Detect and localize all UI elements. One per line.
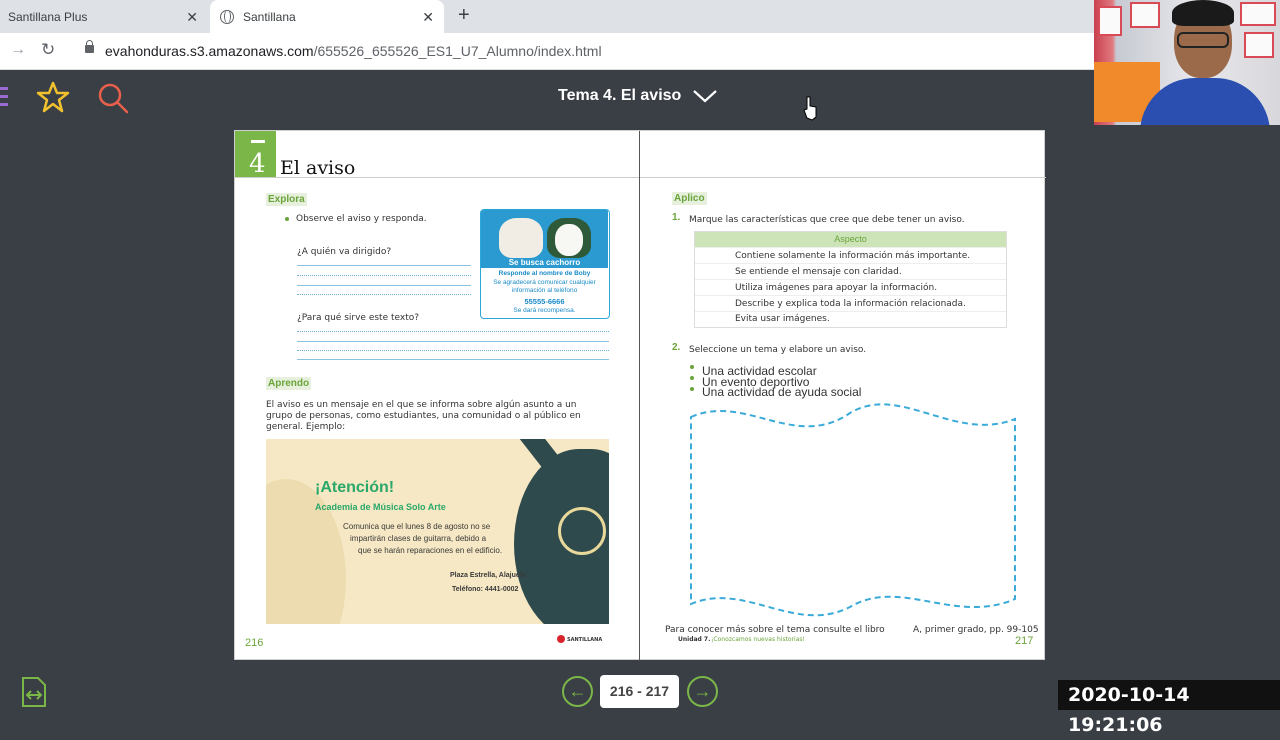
reload-icon[interactable]: ↻ xyxy=(41,40,55,60)
document-icon[interactable] xyxy=(21,676,47,708)
poster-title: ¡Atención! xyxy=(315,479,395,496)
lock-icon xyxy=(85,40,94,53)
lost-dog-ad: Se busca cachorro Responde al nombre de … xyxy=(480,209,610,319)
tab-title: Santillana Plus xyxy=(8,9,88,24)
wall-picture xyxy=(1240,2,1276,26)
back-arrow-icon[interactable]: → xyxy=(10,41,26,59)
poster-body: impartirán clases de guitarra, debido a xyxy=(350,534,487,543)
ad-line: información al teléfono xyxy=(511,287,578,294)
answer-line xyxy=(297,341,609,342)
question-2: ¿Para qué sirve este texto? xyxy=(297,313,420,323)
publisher-name: SANTILLANA xyxy=(567,637,603,643)
timestamp-overlay: 2020-10-14 19:21:06 xyxy=(1058,680,1280,736)
dogs-photo xyxy=(481,210,608,260)
topic-title[interactable]: Tema 4. El aviso xyxy=(558,87,681,105)
page-indicator[interactable]: 216 - 217 xyxy=(600,675,679,708)
poster-body: Comunica que el lunes 8 de agosto no se xyxy=(343,522,491,531)
footnote: Para conocer más sobre el tema consulte … xyxy=(665,625,885,635)
wall-picture xyxy=(1130,2,1160,28)
guitar-illustration xyxy=(266,479,346,624)
page-number: 217 xyxy=(1015,635,1034,647)
url-text[interactable]: evahonduras.s3.amazonaws.com/655526_6555… xyxy=(105,43,602,59)
unit-title: ¡Conozcamos nuevas historias! xyxy=(711,636,805,643)
poster-subtitle: Academia de Música Solo Arte xyxy=(315,502,446,512)
ad-line: Se agradecerá comunicar cualquier xyxy=(493,279,596,286)
dog-image xyxy=(499,218,543,258)
wall-picture xyxy=(1098,6,1122,36)
close-icon[interactable]: ✕ xyxy=(422,9,434,26)
menu-icon[interactable] xyxy=(0,87,8,111)
characteristics-table: Aspecto Contiene solamente la informació… xyxy=(694,231,1007,328)
answer-line xyxy=(297,350,609,351)
star-icon[interactable] xyxy=(36,80,70,114)
lesson-badge: 4 xyxy=(235,131,276,179)
cursor-icon xyxy=(803,96,817,121)
poster-phone: Teléfono: 4441-0002 xyxy=(452,586,519,593)
poster-place: Plaza Estrella, Alajuela xyxy=(450,572,526,579)
answer-line xyxy=(297,275,471,276)
question-intro: Observe el aviso y responda. xyxy=(296,214,427,224)
section-explora: Explora xyxy=(266,193,307,206)
address-bar[interactable]: → ↻ evahonduras.s3.amazonaws.com/655526_… xyxy=(0,33,1094,70)
table-row[interactable]: Contiene solamente la información más im… xyxy=(695,247,1006,263)
table-row[interactable]: Utiliza imágenes para apoyar la informac… xyxy=(695,279,1006,295)
header-rule xyxy=(235,177,1046,178)
bullet xyxy=(285,217,289,221)
person-hair xyxy=(1172,0,1234,26)
tab-title: Santillana xyxy=(243,9,296,24)
chevron-down-icon[interactable] xyxy=(692,86,718,106)
definition-line: grupo de personas, como estudiantes, una… xyxy=(266,411,581,421)
section-aprendo: Aprendo xyxy=(266,377,312,390)
book-spread: 4 El aviso Explora Observe el aviso y re… xyxy=(234,130,1046,661)
page-title: El aviso xyxy=(280,157,356,179)
definition-line: general. Ejemplo: xyxy=(266,422,346,432)
browser-chrome: Santillana Plus ✕ Santillana ✕ + → ↻ evaho… xyxy=(0,0,1094,70)
table-row[interactable]: Se entiende el mensaje con claridad. xyxy=(695,263,1006,279)
answer-line xyxy=(297,285,471,286)
section-aplico: Aplico xyxy=(672,192,707,205)
glasses xyxy=(1177,32,1229,48)
question-1: ¿A quién va dirigido? xyxy=(297,247,392,257)
tab-santillana-plus[interactable]: Santillana Plus ✕ xyxy=(0,0,208,33)
definition-line: El aviso es un mensaje en el que se info… xyxy=(266,400,577,410)
table-header: Aspecto xyxy=(695,232,1006,247)
webcam-video xyxy=(1094,0,1280,125)
ad-line: Responde al nombre de Boby xyxy=(498,270,591,277)
table-row[interactable]: Describe y explica toda la información r… xyxy=(695,295,1006,311)
footnote-end: A, primer grado, pp. 99-105 xyxy=(913,625,1039,635)
answer-line xyxy=(297,359,609,360)
guitar-soundhole xyxy=(558,507,606,555)
wall-picture xyxy=(1244,32,1274,58)
answer-line xyxy=(297,331,609,332)
book-spine xyxy=(639,131,640,661)
ad-line: Se dará recompensa. xyxy=(513,307,576,314)
option-item: Una actividad de ayuda social xyxy=(702,385,862,399)
table-row[interactable]: Evita usar imágenes. xyxy=(695,311,1006,325)
santillana-logo xyxy=(557,635,565,643)
drawing-area[interactable] xyxy=(685,399,1020,624)
unit-label: Unidad 7. xyxy=(678,636,711,643)
ad-phone: 55555-6666 xyxy=(524,297,565,306)
question: Marque las características que cree que … xyxy=(689,215,965,225)
ad-heading: Se busca cachorro xyxy=(481,258,608,268)
item-number: 1. xyxy=(672,212,681,223)
question: Seleccione un tema y elabore un aviso. xyxy=(689,345,867,355)
music-poster: ¡Atención! Academia de Música Solo Arte … xyxy=(266,439,609,624)
item-number: 2. xyxy=(672,342,681,353)
tab-santillana[interactable]: Santillana ✕ xyxy=(210,0,444,33)
page-number: 216 xyxy=(245,637,264,649)
globe-icon xyxy=(220,9,234,24)
new-tab-button[interactable]: + xyxy=(458,4,470,27)
poster-body: que se harán reparaciones en el edificio… xyxy=(358,546,503,555)
dog-image xyxy=(547,218,591,258)
answer-line xyxy=(297,265,471,266)
search-icon[interactable] xyxy=(96,81,130,115)
next-page-button[interactable]: → xyxy=(687,676,718,707)
close-icon[interactable]: ✕ xyxy=(186,9,198,26)
previous-page-button[interactable]: ← xyxy=(562,676,593,707)
app-toolbar: Tema 4. El aviso xyxy=(0,70,1094,125)
answer-line xyxy=(297,294,471,295)
